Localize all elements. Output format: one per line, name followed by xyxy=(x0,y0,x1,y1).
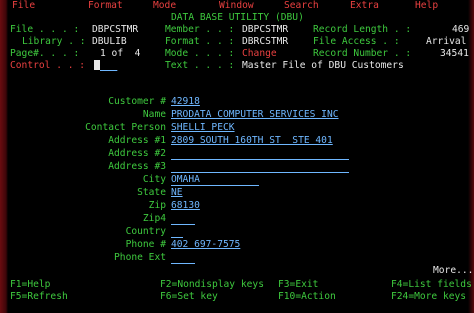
control-label: Control . . : xyxy=(10,60,86,71)
phone-ext-field[interactable] xyxy=(171,252,195,264)
field-label: Country xyxy=(125,226,166,237)
field-label: City xyxy=(142,174,166,185)
address-1-field[interactable]: 2809 SOUTH 160TH ST STE 401 xyxy=(171,135,333,147)
field-label: Phone # xyxy=(125,239,166,250)
field-label: Address #3 xyxy=(108,161,166,172)
f2-nondisplay-key[interactable]: F2=Nondisplay keys xyxy=(160,279,264,291)
f3-exit-key[interactable]: F3=Exit xyxy=(278,279,318,291)
name-field[interactable]: PRODATA COMPUTER SERVICES INC xyxy=(171,109,339,121)
address-2-field[interactable] xyxy=(171,148,349,160)
menu-help[interactable]: Help xyxy=(415,0,438,12)
field-label: Zip4 xyxy=(142,213,166,224)
text-value: Master File of DBU Customers xyxy=(242,60,404,71)
screen-title: DATA BASE UTILITY (DBU) xyxy=(171,12,304,23)
record-number-value: 34541 xyxy=(440,48,469,59)
f6-set-key[interactable]: F6=Set key xyxy=(160,291,218,303)
state-field[interactable]: NE xyxy=(171,187,183,199)
address-3-field[interactable] xyxy=(171,161,349,173)
menu-window[interactable]: Window xyxy=(219,0,254,12)
text-label: Text . . . : xyxy=(165,60,235,71)
contact-person-field[interactable]: SHELLI PECK xyxy=(171,122,235,134)
mode-value: Change xyxy=(242,48,277,59)
record-number-label: Record Number . : xyxy=(313,48,412,59)
zip-field[interactable]: 68130 xyxy=(171,200,200,212)
field-label: Address #1 xyxy=(108,135,166,146)
menu-file[interactable]: File xyxy=(12,0,35,12)
country-field[interactable] xyxy=(171,226,183,238)
terminal-screen: File Format Mode Window Search Extra Hel… xyxy=(6,0,474,313)
file-label: File . . . : xyxy=(10,24,80,35)
library-label: Library . : xyxy=(22,36,86,47)
menu-format[interactable]: Format xyxy=(88,0,123,12)
mode-label: Mode . . . : xyxy=(165,48,235,59)
customer-number-field[interactable]: 42918 xyxy=(171,96,200,108)
file-access-label: File Access . : xyxy=(313,36,400,47)
field-label: Customer # xyxy=(108,96,166,107)
control-input[interactable] xyxy=(94,60,117,73)
field-label: Contact Person xyxy=(85,122,166,133)
zip4-field[interactable] xyxy=(171,213,195,225)
record-length-label: Record Length . : xyxy=(313,24,412,35)
field-label: State xyxy=(137,187,166,198)
terminal-window: File Format Mode Window Search Extra Hel… xyxy=(0,0,474,313)
file-value: DBPCSTMR xyxy=(92,24,139,35)
more-indicator: More... xyxy=(433,265,474,276)
city-field[interactable]: OMAHA xyxy=(171,174,259,186)
member-value: DBPCSTMR xyxy=(242,24,289,35)
record-length-value: 469 xyxy=(452,24,470,35)
menu-bar: File Format Mode Window Search Extra Hel… xyxy=(6,0,474,12)
f4-list-fields-key[interactable]: F4=List fields xyxy=(391,279,472,291)
phone-field[interactable]: 402 697-7575 xyxy=(171,239,240,251)
f1-help-key[interactable]: F1=Help xyxy=(10,279,50,291)
field-label: Address #2 xyxy=(108,148,166,159)
page-value: 1 of 4 xyxy=(100,48,141,59)
f10-action-key[interactable]: F10=Action xyxy=(278,291,336,303)
field-label: Zip xyxy=(148,200,166,211)
f5-refresh-key[interactable]: F5=Refresh xyxy=(10,291,68,303)
f24-more-keys-key[interactable]: F24=More keys xyxy=(391,291,466,303)
field-label: Phone Ext xyxy=(114,252,166,263)
page-label: Page#. . . : xyxy=(10,48,80,59)
format-value: DBRCSTMR xyxy=(242,36,289,47)
menu-mode[interactable]: Mode xyxy=(153,0,176,12)
menu-extra[interactable]: Extra xyxy=(350,0,379,12)
member-label: Member . . : xyxy=(165,24,235,35)
field-label: Name xyxy=(142,109,166,120)
menu-search[interactable]: Search xyxy=(284,0,319,12)
format-label: Format . . : xyxy=(165,36,235,47)
file-access-value: Arrival xyxy=(426,36,467,47)
library-value: DBULIB xyxy=(92,36,127,47)
